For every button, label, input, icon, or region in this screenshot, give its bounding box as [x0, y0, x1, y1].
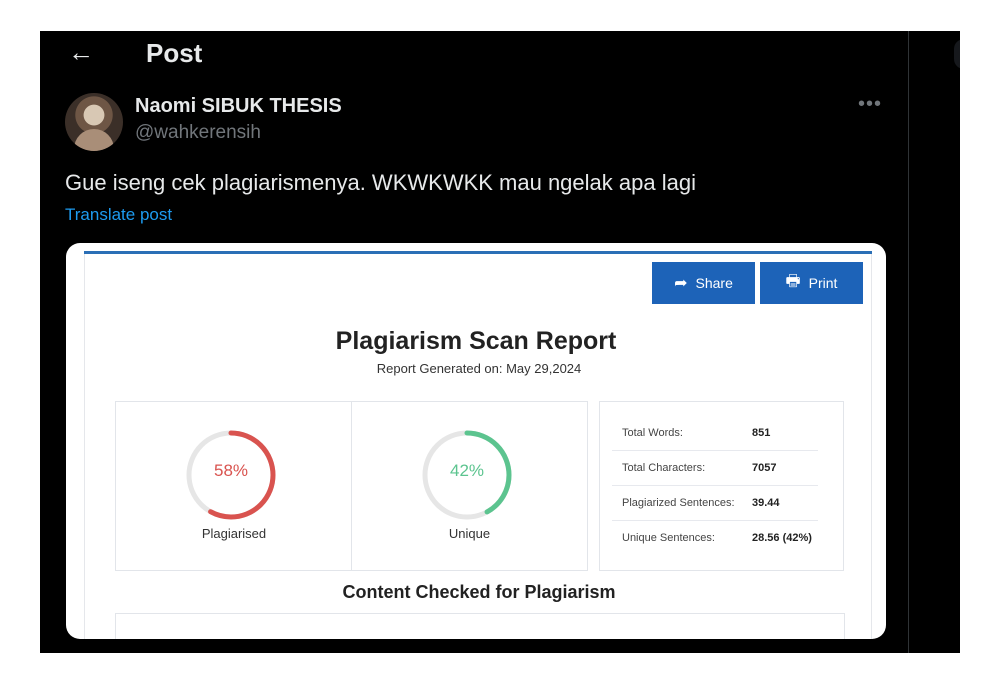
report-top-border: [84, 251, 872, 254]
stat-row-total-characters: Total Characters: 7057: [612, 451, 818, 486]
stat-label: Total Characters:: [622, 462, 706, 474]
plagiarised-label: Plagiarised: [201, 526, 267, 541]
unique-label: Unique: [448, 526, 491, 541]
stat-row-total-words: Total Words: 851: [612, 416, 818, 451]
share-button-label: Share: [695, 275, 733, 291]
report-generated-date: Report Generated on: May 29,2024: [376, 361, 582, 376]
print-button[interactable]: 🖶 Print: [760, 262, 863, 304]
stat-label: Total Words:: [622, 427, 683, 439]
content-checked-heading: Content Checked for Plagiarism: [342, 582, 616, 602]
stat-row-plagiarized-sentences: Plagiarized Sentences: 39.44: [612, 486, 818, 521]
plagiarised-panel: 58% Plagiarised: [115, 401, 353, 571]
printer-icon: 🖶: [785, 272, 801, 290]
stat-value: 851: [752, 427, 771, 439]
arrow-left-icon[interactable]: ←: [68, 37, 94, 67]
author-handle[interactable]: @wahkerensih: [135, 121, 261, 145]
page-title: Post: [146, 38, 203, 68]
share-button[interactable]: ➦ Share: [652, 262, 755, 304]
translate-post-link[interactable]: Translate post: [65, 204, 172, 226]
stat-value: 7057: [752, 462, 777, 474]
stat-label: Unique Sentences:: [622, 532, 715, 544]
print-button-label: Print: [808, 275, 838, 291]
report-title: Plagiarism Scan Report: [335, 327, 617, 355]
content-checked-box: [115, 613, 845, 639]
share-arrow-icon: ➦: [674, 275, 688, 292]
stat-value: 28.56 (42%): [752, 532, 812, 544]
stats-panel: Total Words: 851 Total Characters: 7057 …: [599, 401, 844, 571]
more-horizontal-icon[interactable]: •••: [858, 93, 882, 116]
sidebar-search-pill[interactable]: [954, 39, 960, 69]
author-display-name[interactable]: Naomi SIBUK THESIS: [135, 93, 342, 119]
avatar-figure: [74, 129, 114, 151]
plagiarised-percent: 58%: [213, 461, 249, 480]
unique-percent: 42%: [449, 461, 485, 480]
stat-value: 39.44: [752, 497, 780, 509]
stat-row-unique-sentences: Unique Sentences: 28.56 (42%): [612, 521, 818, 555]
tweet-text: Gue iseng cek plagiarismenya. WKWKWKK ma…: [65, 170, 696, 195]
unique-panel: 42% Unique: [351, 401, 588, 571]
avatar[interactable]: [65, 93, 123, 151]
post-screen: ← Post Naomi SIBUK THESIS @wahkerensih •…: [40, 31, 960, 653]
attached-image-card[interactable]: ➦ Share 🖶 Print Plagiarism Scan Report R…: [66, 243, 886, 639]
right-sidebar-column: [908, 31, 960, 653]
post-header: ← Post: [40, 31, 908, 75]
stat-label: Plagiarized Sentences:: [622, 497, 735, 509]
